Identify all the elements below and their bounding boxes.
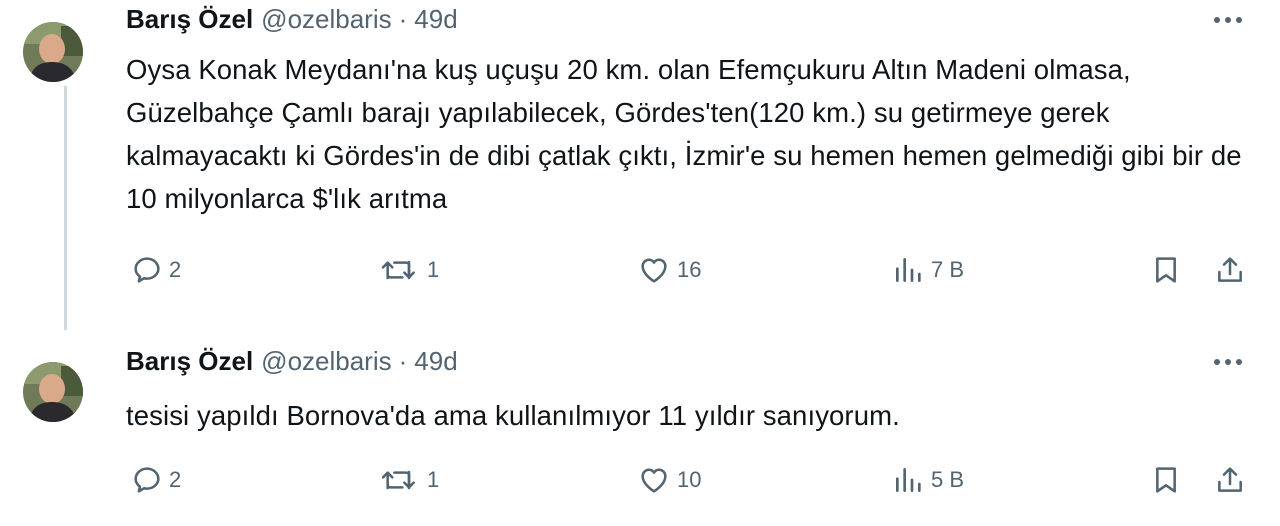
bookmark-button[interactable] [1150,460,1182,500]
repost-button[interactable]: 1 [381,250,439,290]
avatar[interactable] [23,362,83,422]
more-icon [1214,359,1242,365]
separator-dot: · [398,346,408,376]
repost-count: 1 [427,257,440,282]
reply-button[interactable]: 2 [131,250,181,290]
more-icon [1214,17,1242,23]
repost-button[interactable]: 1 [381,460,439,500]
reply-icon [134,257,160,283]
reply-count: 2 [169,257,182,282]
views-count: 7 B [931,257,965,282]
repost-icon [381,470,415,490]
views-count: 5 B [931,467,965,492]
heart-icon [641,258,667,283]
action-bar: 2 1 16 7 B [0,250,1280,290]
avatar-photo [23,362,83,422]
share-button[interactable] [1214,250,1246,290]
bookmark-icon [1156,257,1176,283]
author-handle[interactable]: @ozelbaris [261,346,391,376]
tweet-header: Barış Özel @ozelbaris · 49d [126,346,458,376]
action-bar: 2 1 10 5 B [0,460,1280,500]
reply-icon [134,467,160,493]
bookmark-button[interactable] [1150,250,1182,290]
views-icon [896,258,921,282]
tweet-header: Barış Özel @ozelbaris · 49d [126,4,458,34]
author-handle[interactable]: @ozelbaris [261,4,391,34]
views-icon [896,468,921,492]
thread-line [64,86,67,330]
share-icon [1218,257,1242,282]
timestamp[interactable]: 49d [414,346,457,376]
reply-count: 2 [169,467,182,492]
like-button[interactable]: 16 [637,250,701,290]
repost-count: 1 [427,467,440,492]
timestamp[interactable]: 49d [414,4,457,34]
reply-button[interactable]: 2 [131,460,181,500]
avatar[interactable] [23,22,83,82]
share-icon [1218,467,1242,492]
like-count: 10 [677,467,702,492]
tweet[interactable]: Barış Özel @ozelbaris · 49d Oysa Konak M… [0,0,1280,330]
like-count: 16 [677,257,702,282]
author-name[interactable]: Barış Özel [126,346,253,376]
more-button[interactable] [1210,352,1246,372]
views-button[interactable]: 7 B [891,250,964,290]
like-button[interactable]: 10 [637,460,701,500]
tweet[interactable]: Barış Özel @ozelbaris · 49d tesisi yapıl… [0,330,1280,526]
separator-dot: · [398,4,408,34]
share-button[interactable] [1214,460,1246,500]
author-name[interactable]: Barış Özel [126,4,253,34]
tweet-text: tesisi yapıldı Bornova'da ama kullanılmı… [126,400,900,431]
views-button[interactable]: 5 B [891,460,964,500]
repost-icon [381,260,415,280]
more-button[interactable] [1210,10,1246,30]
heart-icon [641,468,667,493]
avatar-photo [23,22,83,82]
tweet-text: Oysa Konak Meydanı'na kuş uçuşu 20 km. o… [126,54,1242,214]
bookmark-icon [1156,467,1176,493]
